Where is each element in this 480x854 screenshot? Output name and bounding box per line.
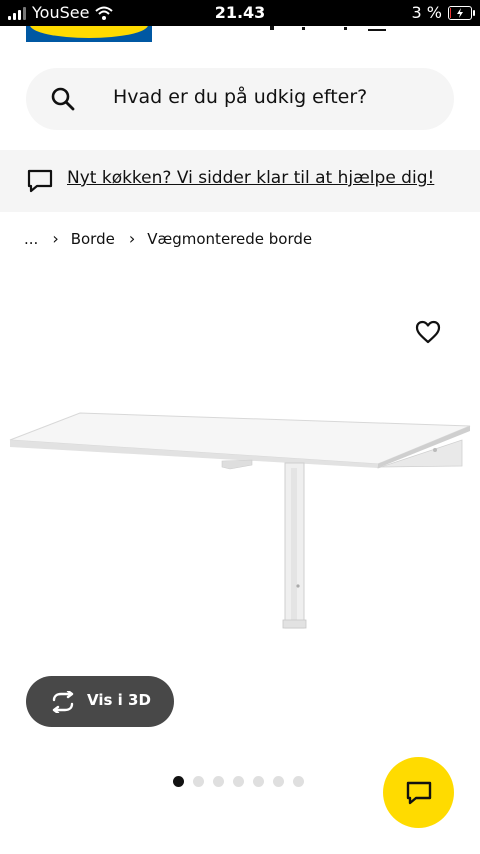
carousel-dot[interactable] xyxy=(253,776,264,787)
search-icon xyxy=(51,87,75,111)
brand-logo[interactable] xyxy=(26,26,152,42)
battery-icon xyxy=(448,5,475,20)
kitchen-help-link[interactable]: Nyt køkken? Vi sidder klar til at hjælpe… xyxy=(67,168,434,188)
status-time: 21.43 xyxy=(214,3,266,22)
status-bar: YouSee 21.43 3 % xyxy=(0,0,480,26)
logo-ellipse xyxy=(30,26,148,38)
carousel-dot[interactable] xyxy=(273,776,284,787)
breadcrumb-item-vaegmonterede-borde[interactable]: Vægmonterede borde xyxy=(147,230,312,248)
view-in-3d-label: Vis i 3D xyxy=(87,691,151,709)
header-icons-partial xyxy=(270,26,386,31)
breadcrumb-ellipsis[interactable]: ... xyxy=(24,230,38,248)
battery-percent: 3 % xyxy=(411,3,442,22)
rotate-3d-icon xyxy=(52,691,74,713)
kitchen-help-banner[interactable]: Nyt køkken? Vi sidder klar til at hjælpe… xyxy=(0,150,480,212)
search-bar[interactable]: Hvad er du på udkig efter? xyxy=(26,68,454,130)
search-placeholder: Hvad er du på udkig efter? xyxy=(113,86,368,108)
view-in-3d-button[interactable]: Vis i 3D xyxy=(26,676,174,727)
chat-bubble-icon xyxy=(27,169,53,193)
heart-icon[interactable] xyxy=(414,318,442,346)
carousel-dot[interactable] xyxy=(173,776,184,787)
carousel-dot[interactable] xyxy=(293,776,304,787)
breadcrumb: ... › Borde › Vægmonterede borde xyxy=(24,229,312,248)
chevron-right-icon: › xyxy=(52,229,59,248)
chevron-right-icon: › xyxy=(128,229,136,248)
chat-button[interactable] xyxy=(383,757,454,828)
carousel-dot[interactable] xyxy=(233,776,244,787)
chat-icon xyxy=(406,781,431,804)
status-right: 3 % xyxy=(411,3,475,22)
image-carousel-dots xyxy=(173,776,304,787)
breadcrumb-item-borde[interactable]: Borde xyxy=(71,230,115,248)
battery-fill xyxy=(450,7,451,18)
charging-bolt-icon xyxy=(457,7,463,18)
carousel-dot[interactable] xyxy=(213,776,224,787)
carousel-dot[interactable] xyxy=(193,776,204,787)
product-image[interactable] xyxy=(0,400,480,640)
